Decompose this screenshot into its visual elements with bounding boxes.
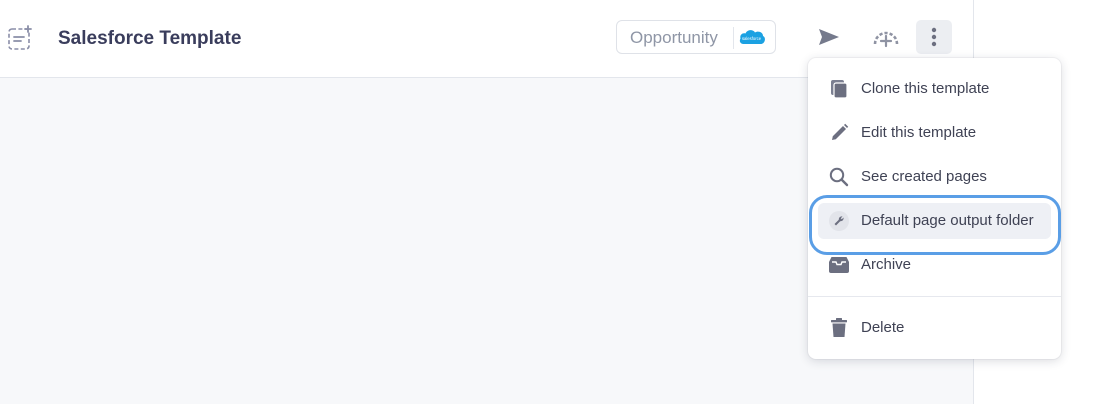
more-options-button[interactable] — [916, 20, 952, 54]
wrench-icon — [828, 210, 850, 232]
object-type-badge[interactable]: Opportunity salesforce — [616, 20, 776, 54]
paper-plane-icon — [819, 29, 839, 45]
page-title: Salesforce Template — [58, 28, 242, 49]
menu-item-label: Default page output folder — [861, 212, 1034, 229]
menu-item-clone-template[interactable]: Clone this template — [808, 67, 1061, 111]
more-options-menu: Clone this template Edit this template S… — [808, 58, 1061, 359]
menu-item-label: Clone this template — [861, 80, 990, 97]
app-page: Salesforce Template Opportunity salesfor… — [0, 0, 1109, 404]
run-button[interactable] — [811, 20, 847, 54]
copy-icon — [828, 78, 850, 100]
menu-item-label: Edit this template — [861, 124, 977, 141]
menu-item-label: Archive — [861, 256, 912, 273]
menu-item-see-created-pages[interactable]: See created pages — [808, 155, 1061, 199]
pencil-icon — [828, 122, 850, 144]
template-icon — [7, 25, 33, 51]
menu-item-label: Delete — [861, 319, 905, 336]
badge-divider — [733, 27, 734, 49]
salesforce-cloud-icon: salesforce — [738, 27, 766, 47]
object-type-label: Opportunity — [630, 28, 718, 47]
menu-item-archive[interactable]: Archive — [808, 243, 1061, 287]
menu-divider — [808, 296, 1061, 297]
archive-icon — [828, 254, 850, 276]
magnifier-icon — [828, 166, 850, 188]
salesforce-logo-text: salesforce — [742, 36, 762, 41]
menu-item-delete[interactable]: Delete — [808, 306, 1061, 350]
vertical-dots-icon — [931, 27, 937, 47]
gauge-plus-icon — [873, 31, 899, 48]
trash-icon — [828, 317, 850, 339]
menu-item-default-output-folder[interactable]: Default page output folder — [808, 195, 1061, 255]
menu-item-edit-template[interactable]: Edit this template — [808, 111, 1061, 155]
gauge-button[interactable] — [868, 20, 904, 54]
menu-item-label: See created pages — [861, 168, 987, 185]
